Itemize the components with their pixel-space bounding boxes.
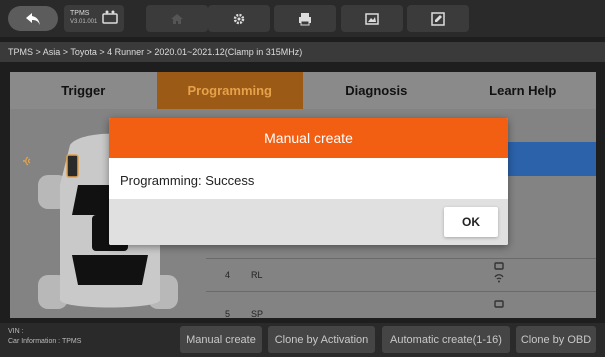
row-number: 5 bbox=[225, 309, 231, 319]
back-button[interactable] bbox=[8, 6, 58, 31]
manual-create-dialog: Manual create Programming: Success OK bbox=[109, 118, 508, 245]
breadcrumb: TPMS > Asia > Toyota > 4 Runner > 2020.0… bbox=[0, 42, 605, 62]
app-tpms-badge[interactable]: TPMS V3.01.001 bbox=[64, 5, 124, 32]
row-number: 4 bbox=[225, 270, 231, 280]
vehicle-info: VIN : Car Information : TPMS bbox=[8, 327, 81, 347]
back-icon bbox=[26, 12, 40, 25]
row-position: RL bbox=[251, 270, 263, 280]
app-tpms-icon bbox=[102, 10, 118, 24]
dialog-message: Programming: Success bbox=[120, 173, 255, 188]
tab-programming[interactable]: Programming bbox=[156, 72, 303, 109]
home-icon bbox=[171, 13, 183, 24]
edit-button[interactable] bbox=[407, 5, 469, 32]
row-divider bbox=[206, 291, 596, 292]
settings-button[interactable] bbox=[208, 5, 270, 32]
signal-icon bbox=[23, 156, 31, 166]
clone-by-activation-button[interactable]: Clone by Activation bbox=[268, 326, 375, 353]
ok-button[interactable]: OK bbox=[444, 207, 498, 237]
screenshot-icon bbox=[365, 12, 379, 25]
tab-trigger[interactable]: Trigger bbox=[10, 72, 157, 109]
home-button[interactable] bbox=[146, 5, 208, 32]
tab-diagnosis[interactable]: Diagnosis bbox=[303, 72, 450, 109]
tab-learn-help[interactable]: Learn Help bbox=[450, 72, 597, 109]
settings-icon bbox=[233, 13, 245, 24]
vin-label: VIN : bbox=[8, 328, 24, 335]
clone-by-obd-button[interactable]: Clone by OBD bbox=[516, 326, 596, 353]
print-icon bbox=[299, 12, 311, 25]
manual-create-button[interactable]: Manual create bbox=[180, 326, 262, 353]
tab-bar: Trigger Programming Diagnosis Learn Help bbox=[10, 72, 596, 109]
sensor-icon bbox=[494, 300, 504, 308]
sensor-icon bbox=[494, 262, 504, 283]
row-divider bbox=[206, 258, 596, 259]
row-position: SP bbox=[251, 309, 264, 319]
automatic-create-button[interactable]: Automatic create(1-16) bbox=[382, 326, 510, 353]
screenshot-button[interactable] bbox=[341, 5, 403, 32]
car-information: Car Information : TPMS bbox=[8, 338, 82, 345]
dialog-title: Manual create bbox=[109, 118, 508, 158]
print-button[interactable] bbox=[274, 5, 336, 32]
edit-icon bbox=[431, 11, 445, 26]
